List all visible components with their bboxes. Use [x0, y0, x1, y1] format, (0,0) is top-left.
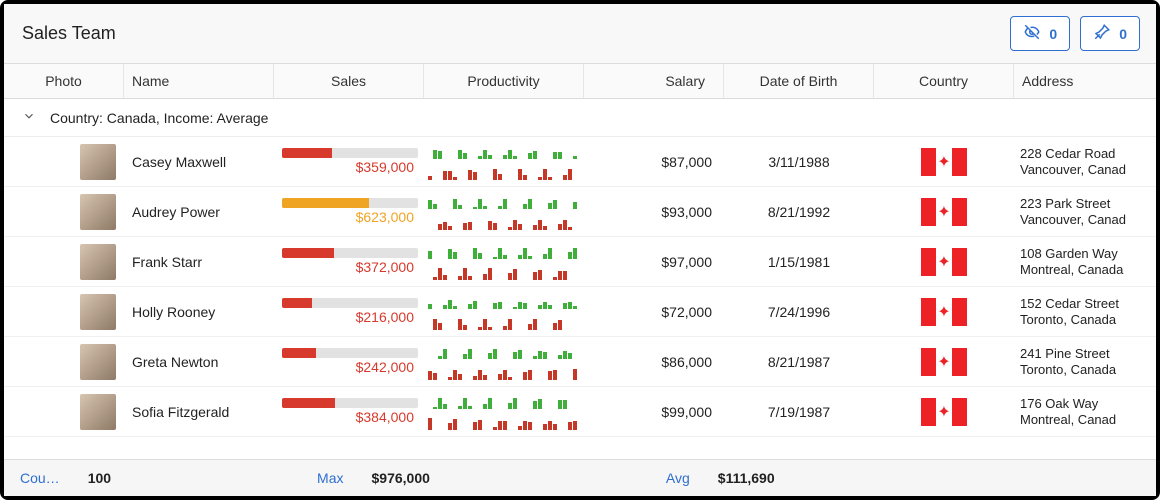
- hidden-columns-badge[interactable]: 0: [1010, 16, 1070, 51]
- table-body: Casey Maxwell$359,000 $87,0003/11/1988 ✦ 22…: [4, 137, 1156, 459]
- summary-footer: Cou… 100 Max $976,000 Avg $111,690: [4, 459, 1156, 496]
- pinned-count: 0: [1119, 26, 1127, 42]
- table-row[interactable]: Casey Maxwell$359,000 $87,0003/11/1988 ✦ 22…: [4, 137, 1156, 187]
- flag-canada-icon: ✦: [921, 248, 967, 276]
- col-productivity[interactable]: Productivity: [424, 64, 584, 98]
- sales-cell: $384,000: [274, 394, 424, 429]
- col-dob[interactable]: Date of Birth: [724, 64, 874, 98]
- pinned-columns-badge[interactable]: 0: [1080, 16, 1140, 51]
- sales-cell: $372,000: [274, 244, 424, 279]
- column-header-row: Photo Name Sales Productivity Salary Dat…: [4, 64, 1156, 99]
- hidden-count: 0: [1049, 26, 1057, 42]
- sales-cell: $242,000: [274, 344, 424, 379]
- address-cell: 228 Cedar RoadVancouver, Canad: [1014, 142, 1154, 181]
- productivity-spark: [424, 240, 584, 284]
- name-cell: Sofia Fitzgerald: [124, 400, 274, 424]
- name-cell: Audrey Power: [124, 200, 274, 224]
- chevron-down-icon: [22, 109, 36, 126]
- dob-cell: 7/19/1987: [724, 400, 874, 424]
- country-cell: ✦: [874, 344, 1014, 380]
- col-address[interactable]: Address: [1014, 64, 1156, 98]
- address-cell: 176 Oak WayMontreal, Canad: [1014, 392, 1154, 431]
- flag-canada-icon: ✦: [921, 398, 967, 426]
- footer-avg-label[interactable]: Avg: [666, 470, 690, 486]
- table-row[interactable]: Frank Starr$372,000 $97,0001/15/1981 ✦ 108 …: [4, 237, 1156, 287]
- avatar: [80, 144, 116, 180]
- name-cell: Frank Starr: [124, 250, 274, 274]
- address-cell: 223 Park StreetVancouver, Canad: [1014, 192, 1154, 231]
- productivity-spark: [424, 140, 584, 184]
- avatar: [80, 294, 116, 330]
- avatar: [80, 344, 116, 380]
- table-row[interactable]: Holly Rooney$216,000 $72,0007/24/1996 ✦ 152…: [4, 287, 1156, 337]
- col-name[interactable]: Name: [124, 64, 274, 98]
- salary-cell: $87,000: [584, 150, 724, 174]
- productivity-spark: [424, 190, 584, 234]
- productivity-spark: [424, 290, 584, 334]
- eye-off-icon: [1023, 23, 1041, 44]
- salary-cell: $72,000: [584, 300, 724, 324]
- group-label: Country: Canada, Income: Average: [50, 110, 268, 126]
- col-country[interactable]: Country: [874, 64, 1014, 98]
- avatar: [80, 244, 116, 280]
- dob-cell: 8/21/1987: [724, 350, 874, 374]
- table-row[interactable]: Audrey Power$623,000 $93,0008/21/1992 ✦ 223…: [4, 187, 1156, 237]
- country-cell: ✦: [874, 144, 1014, 180]
- dob-cell: 3/11/1988: [724, 150, 874, 174]
- col-photo[interactable]: Photo: [4, 64, 124, 98]
- footer-avg-value: $111,690: [718, 470, 775, 486]
- footer-count-value: 100: [88, 470, 111, 486]
- flag-canada-icon: ✦: [921, 148, 967, 176]
- salary-cell: $93,000: [584, 200, 724, 224]
- table-row[interactable]: Sofia Fitzgerald$384,000 $99,0007/19/1987…: [4, 387, 1156, 437]
- group-row[interactable]: Country: Canada, Income: Average: [4, 99, 1156, 137]
- footer-count-label[interactable]: Cou…: [20, 470, 60, 486]
- salary-cell: $86,000: [584, 350, 724, 374]
- country-cell: ✦: [874, 394, 1014, 430]
- page-title: Sales Team: [22, 23, 116, 44]
- country-cell: ✦: [874, 244, 1014, 280]
- title-bar: Sales Team 0 0: [4, 4, 1156, 64]
- badge-group: 0 0: [1010, 16, 1140, 51]
- name-cell: Casey Maxwell: [124, 150, 274, 174]
- avatar: [80, 394, 116, 430]
- productivity-spark: [424, 340, 584, 384]
- address-cell: 152 Cedar StreetToronto, Canada: [1014, 292, 1154, 331]
- col-salary[interactable]: Salary: [584, 64, 724, 98]
- salary-cell: $97,000: [584, 250, 724, 274]
- address-cell: 108 Garden WayMontreal, Canada: [1014, 242, 1154, 281]
- sales-cell: $359,000: [274, 144, 424, 179]
- flag-canada-icon: ✦: [921, 348, 967, 376]
- footer-max-value: $976,000: [372, 470, 430, 486]
- name-cell: Greta Newton: [124, 350, 274, 374]
- address-cell: 241 Pine StreetToronto, Canada: [1014, 342, 1154, 381]
- table-row[interactable]: Greta Newton$242,000 $86,0008/21/1987 ✦ 241…: [4, 337, 1156, 387]
- sales-cell: $216,000: [274, 294, 424, 329]
- dob-cell: 7/24/1996: [724, 300, 874, 324]
- footer-max-label[interactable]: Max: [317, 470, 343, 486]
- country-cell: ✦: [874, 194, 1014, 230]
- flag-canada-icon: ✦: [921, 298, 967, 326]
- flag-canada-icon: ✦: [921, 198, 967, 226]
- country-cell: ✦: [874, 294, 1014, 330]
- col-sales[interactable]: Sales: [274, 64, 424, 98]
- productivity-spark: [424, 390, 584, 434]
- dob-cell: 1/15/1981: [724, 250, 874, 274]
- salary-cell: $99,000: [584, 400, 724, 424]
- pin-icon: [1093, 23, 1111, 44]
- avatar: [80, 194, 116, 230]
- dob-cell: 8/21/1992: [724, 200, 874, 224]
- sales-cell: $623,000: [274, 194, 424, 229]
- name-cell: Holly Rooney: [124, 300, 274, 324]
